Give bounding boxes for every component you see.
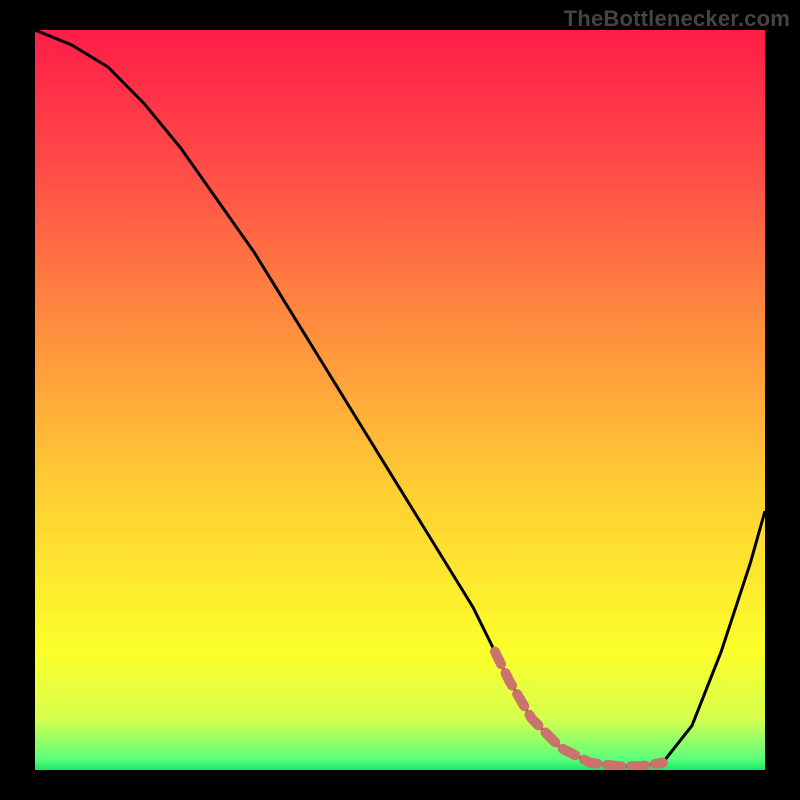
chart-svg <box>35 30 765 770</box>
chart-plot-area <box>35 30 765 770</box>
gradient-background <box>35 30 765 770</box>
watermark-text: TheBottlenecker.com <box>564 6 790 32</box>
chart-container: TheBottlenecker.com <box>0 0 800 800</box>
